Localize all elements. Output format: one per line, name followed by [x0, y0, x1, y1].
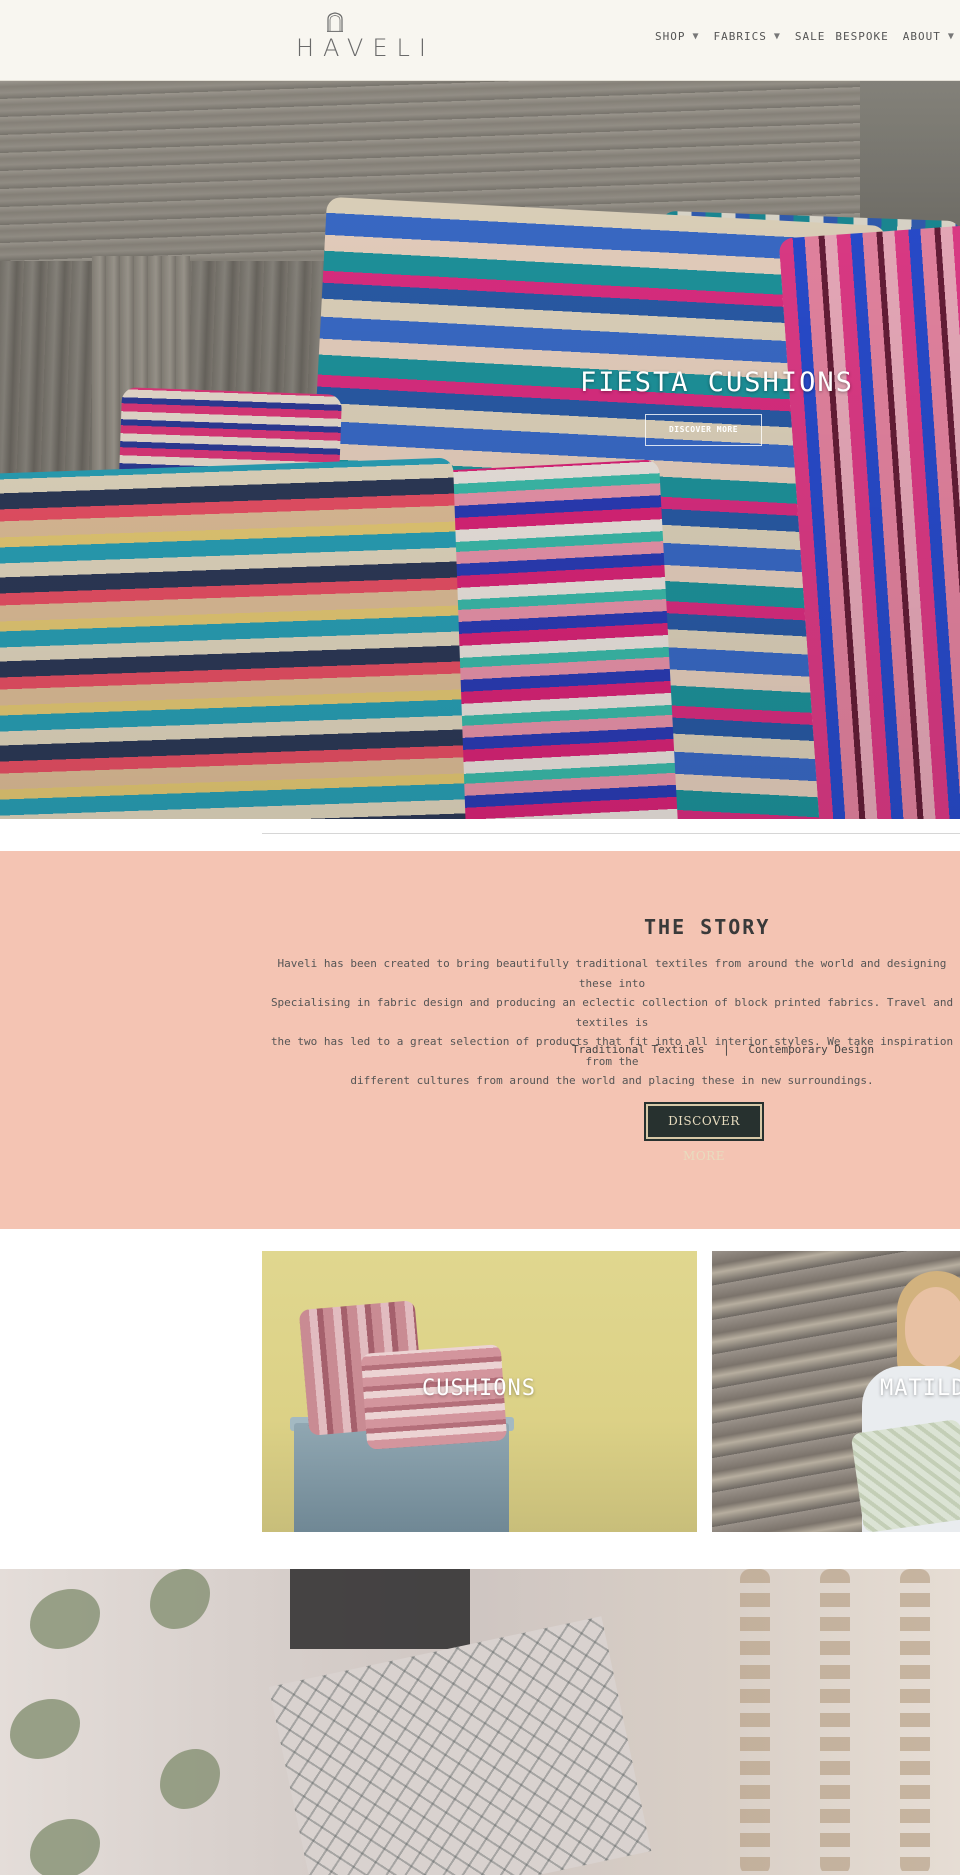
hero-discover-more-button[interactable]: DISCOVER MORE [645, 414, 762, 446]
story-line: different cultures from around the world… [350, 1074, 874, 1087]
story-line: Specialising in fabric design and produc… [270, 996, 954, 1029]
story-text: Haveli has been created to bring beautif… [262, 954, 960, 1091]
nav-sale-label: SALE [794, 30, 826, 43]
chevron-down-icon: ▼ [773, 31, 781, 42]
nav-bespoke-label: BESPOKE [835, 30, 889, 43]
nav-shop[interactable]: SHOP ▼ [655, 30, 700, 43]
banner-net-fabric [268, 1616, 652, 1875]
section-divider [262, 833, 960, 834]
banner-chain-motif [820, 1569, 850, 1875]
chevron-down-icon: ▼ [692, 31, 700, 42]
fabric-banner [0, 1569, 960, 1875]
nav-about[interactable]: ABOUT ▼ [903, 30, 955, 43]
story-tag: Contemporary Design [748, 1043, 875, 1056]
hero-banner: FIESTA CUSHIONS DISCOVER MORE [0, 81, 960, 819]
story-title: THE STORY [644, 915, 771, 939]
tag-separator: | [723, 1043, 730, 1056]
banner-leaf-motif [150, 1569, 210, 1629]
cushion-image-part [850, 1418, 960, 1532]
hero-shade [0, 81, 960, 819]
chevron-down-icon: ▼ [947, 31, 955, 42]
category-tile-matilda[interactable]: MATILD [712, 1251, 960, 1532]
model-image-part [905, 1287, 960, 1367]
banner-leaf-motif [30, 1589, 100, 1649]
banner-leaf-motif [10, 1699, 80, 1759]
nav-fabrics-label: FABRICS [713, 30, 767, 43]
nav-fabrics[interactable]: FABRICS ▼ [714, 30, 781, 43]
story-line: Haveli has been created to bring beautif… [277, 957, 947, 990]
nav-sale[interactable]: SALE [795, 30, 826, 43]
main-nav: SHOP ▼ FABRICS ▼ SALE BESPOKE ABOUT ▼ [655, 30, 955, 43]
haveli-logo[interactable]: HAVELI [287, 12, 435, 68]
category-tile-cushions[interactable]: CUSHIONS [262, 1251, 697, 1532]
banner-chain-motif [900, 1569, 930, 1875]
tile-label-matilda: MATILD [880, 1376, 960, 1401]
story-section: THE STORY Haveli has been created to bri… [0, 851, 960, 1229]
story-tags: Traditional Textiles | Contemporary Desi… [572, 1043, 874, 1056]
story-tag: Traditional Textiles [572, 1043, 705, 1056]
banner-leaf-motif [30, 1819, 100, 1875]
banner-leaf-motif [160, 1749, 220, 1809]
site-header: HAVELI SHOP ▼ FABRICS ▼ SALE BESPOKE ABO… [0, 0, 960, 81]
hero-title: FIESTA CUSHIONS [580, 367, 854, 398]
tile-label-cushions: CUSHIONS [422, 1376, 536, 1401]
banner-dark-fabric [290, 1569, 470, 1649]
nav-about-label: ABOUT [902, 30, 941, 43]
story-discover-more-button[interactable]: DISCOVER MORE [644, 1102, 764, 1163]
banner-chain-motif [740, 1569, 770, 1875]
nav-shop-label: SHOP [655, 30, 686, 43]
nav-bespoke[interactable]: BESPOKE [835, 30, 888, 43]
arch-logo-icon [327, 12, 343, 32]
logo-text: HAVELI [296, 34, 435, 62]
